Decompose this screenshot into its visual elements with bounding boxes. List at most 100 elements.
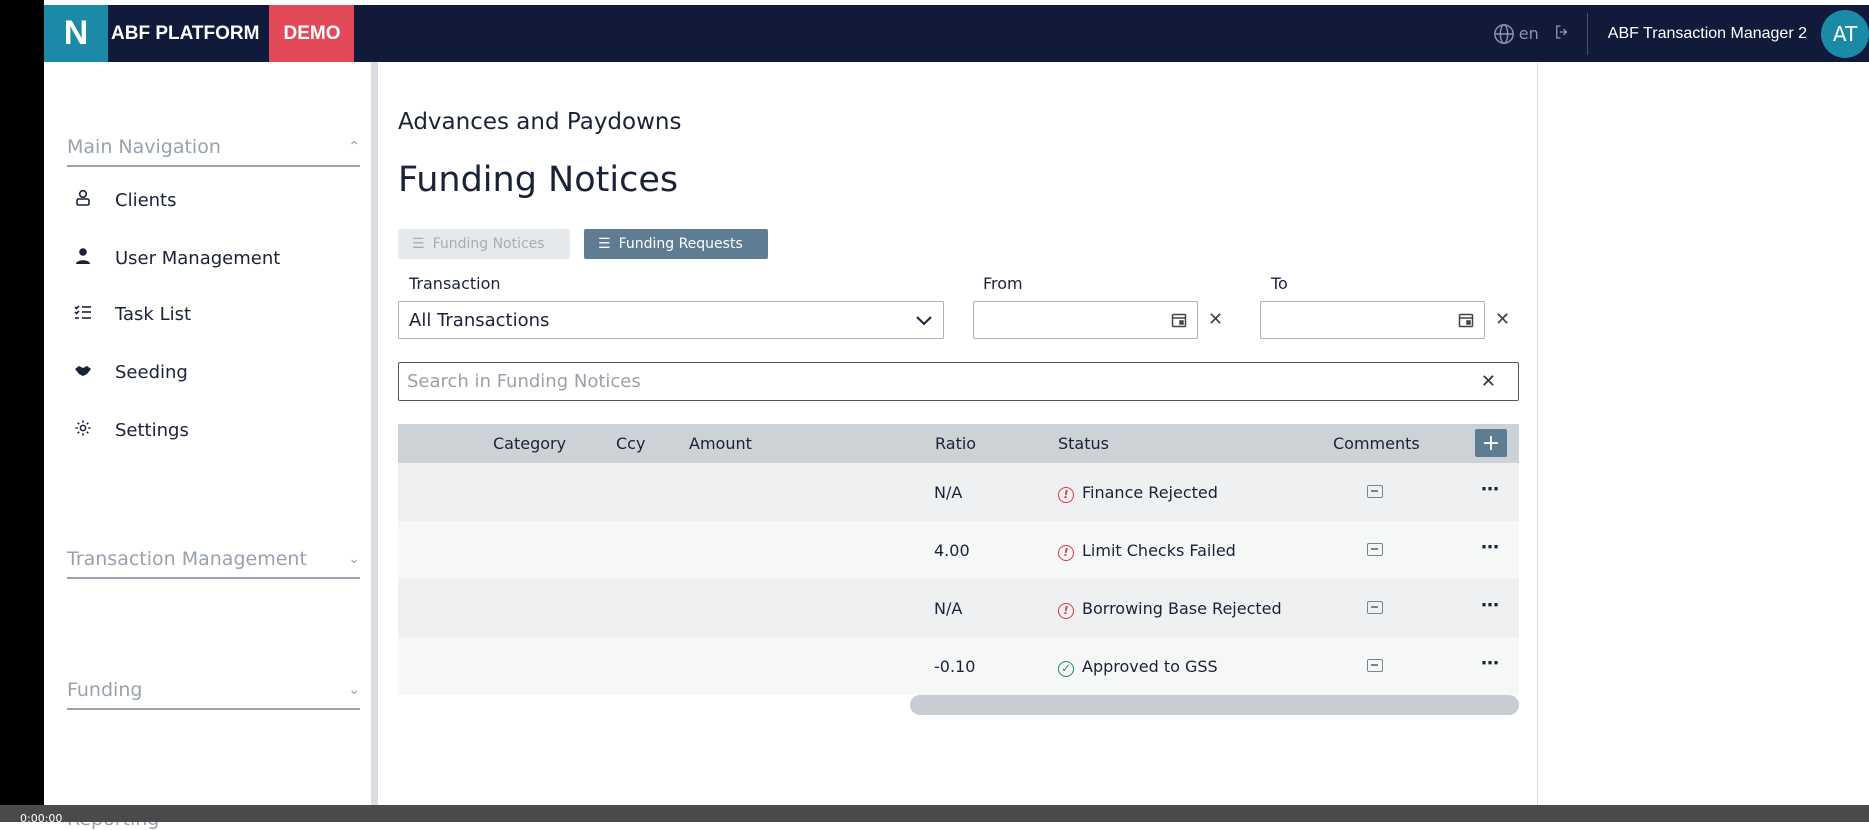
page-title: Funding Notices (398, 160, 679, 200)
sidebar-item-label: Seeding (115, 362, 188, 383)
sidebar-item-seeding[interactable]: Seeding (71, 362, 188, 383)
main-navigation-header[interactable]: Main Navigation ⌃ (67, 129, 360, 167)
comment-icon[interactable] (1367, 483, 1383, 502)
ratio-cell: N/A (934, 483, 963, 502)
chevron-down-icon: ⌄ (348, 682, 360, 698)
column-header[interactable]: Category (493, 434, 566, 453)
ratio-cell: 4.00 (934, 541, 970, 560)
sidebar-item-label: Clients (115, 190, 177, 211)
horizontal-scrollbar[interactable] (910, 695, 1519, 715)
table-row[interactable]: N/A ! Borrowing Base Rejected ⋯ (398, 579, 1519, 637)
main-content: Advances and Paydowns Funding Notices ☰ … (378, 62, 1538, 822)
search-input[interactable]: Search in Funding Notices ✕ (398, 362, 1519, 401)
error-icon: ! (1058, 545, 1074, 561)
column-header[interactable]: Comments (1333, 434, 1420, 453)
ratio-cell: -0.10 (934, 657, 976, 676)
status-cell: ! Limit Checks Failed (1058, 541, 1236, 561)
user-icon (71, 247, 95, 270)
transaction-label: Transaction (409, 274, 501, 293)
globe-icon (1493, 23, 1514, 44)
more-options-icon[interactable]: ⋯ (1481, 653, 1500, 674)
language-switcher[interactable]: en (1493, 23, 1539, 45)
breadcrumb: Advances and Paydowns (398, 109, 682, 135)
list-icon: ☰ (412, 236, 425, 252)
frame-border (0, 0, 44, 822)
to-date-input[interactable] (1260, 301, 1485, 339)
sidebar-item-label: Settings (115, 420, 189, 441)
column-header[interactable]: Amount (689, 434, 752, 453)
sidebar-item-task-list[interactable]: Task List (71, 304, 191, 325)
more-options-icon[interactable]: ⋯ (1481, 595, 1500, 616)
section-title: Main Navigation (67, 136, 221, 158)
section-title: Transaction Management (67, 548, 307, 570)
sidebar-item-label: Task List (115, 304, 192, 325)
chevron-down-icon (916, 316, 932, 326)
list-icon: ☰ (598, 236, 611, 252)
logout-icon[interactable] (1553, 23, 1571, 45)
more-options-icon[interactable]: ⋯ (1481, 479, 1500, 500)
add-button[interactable]: + (1475, 429, 1507, 457)
column-header[interactable]: Status (1058, 434, 1109, 453)
select-value: All Transactions (409, 309, 550, 331)
sidebar: Main Navigation ⌃ Clients User Managemen… (44, 62, 371, 822)
sidebar-item-clients[interactable]: Clients (71, 189, 177, 212)
table-row[interactable]: N/A ! Finance Rejected ⋯ (398, 463, 1519, 521)
user-badge-icon (71, 189, 95, 212)
handshake-icon (71, 363, 95, 383)
tab-funding-requests[interactable]: ☰ Funding Requests (584, 229, 768, 259)
avatar[interactable]: AT (1821, 9, 1869, 58)
env-badge: DEMO (269, 5, 355, 62)
status-text: Limit Checks Failed (1082, 541, 1236, 560)
section-title: Funding (67, 679, 143, 701)
table-header: Category Ccy Amount Ratio Status Comment… (398, 424, 1519, 463)
status-cell: ✓ Approved to GSS (1058, 657, 1218, 677)
calendar-icon (1171, 313, 1187, 328)
clear-from-icon[interactable]: ✕ (1208, 309, 1223, 330)
error-icon: ! (1058, 603, 1074, 619)
content-divider (1537, 62, 1538, 822)
video-bar (0, 805, 1869, 822)
to-label: To (1271, 274, 1288, 293)
check-circle-icon: ✓ (1058, 661, 1074, 677)
tab-label: Funding Notices (432, 236, 545, 252)
sidebar-item-settings[interactable]: Settings (71, 419, 189, 442)
status-text: Approved to GSS (1082, 657, 1218, 676)
clear-to-icon[interactable]: ✕ (1495, 309, 1510, 330)
chevron-up-icon: ⌃ (348, 139, 360, 155)
language-label: en (1518, 24, 1539, 43)
status-text: Borrowing Base Rejected (1082, 599, 1282, 618)
column-header[interactable]: Ratio (935, 434, 976, 453)
comment-icon[interactable] (1367, 599, 1383, 618)
transaction-management-header[interactable]: Transaction Management ⌄ (67, 541, 360, 579)
comment-icon[interactable] (1367, 541, 1383, 560)
platform-name: ABF PLATFORM (111, 22, 260, 44)
user-name[interactable]: ABF Transaction Manager 2 (1608, 25, 1807, 43)
sidebar-item-label: User Management (115, 248, 281, 269)
calendar-icon (1458, 313, 1474, 328)
divider (1586, 12, 1588, 55)
transaction-select[interactable]: All Transactions (398, 301, 944, 339)
timestamp: 0:00:00 (20, 812, 63, 825)
column-header[interactable]: Ccy (616, 434, 645, 453)
chevron-down-icon: ⌄ (348, 551, 360, 567)
more-options-icon[interactable]: ⋯ (1481, 537, 1500, 558)
table-row[interactable]: 4.00 ! Limit Checks Failed ⋯ (398, 521, 1519, 579)
ratio-cell: N/A (934, 599, 963, 618)
status-cell: ! Borrowing Base Rejected (1058, 599, 1282, 619)
tab-funding-notices[interactable]: ☰ Funding Notices (398, 229, 570, 259)
gear-icon (71, 419, 95, 442)
from-date-input[interactable] (973, 301, 1198, 339)
funding-header[interactable]: Funding ⌄ (67, 672, 360, 710)
error-icon: ! (1058, 487, 1074, 503)
clear-search-icon[interactable]: ✕ (1481, 371, 1496, 392)
top-bar: N ABF PLATFORM DEMO en ABF Transaction M… (44, 5, 1869, 62)
status-cell: ! Finance Rejected (1058, 483, 1218, 503)
sidebar-divider[interactable] (371, 62, 378, 822)
status-text: Finance Rejected (1082, 483, 1218, 502)
search-placeholder: Search in Funding Notices (407, 371, 641, 392)
logo[interactable]: N (44, 5, 108, 62)
comment-icon[interactable] (1367, 657, 1383, 676)
table-row[interactable]: -0.10 ✓ Approved to GSS ⋯ (398, 637, 1519, 695)
checklist-icon (71, 304, 95, 325)
sidebar-item-user-management[interactable]: User Management (71, 247, 280, 270)
